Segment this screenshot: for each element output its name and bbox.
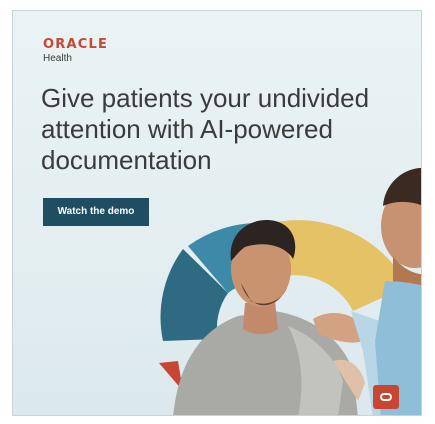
oracle-logo: ORACLE [43,37,109,52]
health-logo-subtitle: Health [43,53,72,64]
ring-shape [380,393,392,401]
watch-demo-button[interactable]: Watch the demo [43,198,149,226]
ad-banner[interactable]: ORACLE Health Give patients your undivid… [12,10,422,416]
oracle-o-icon[interactable] [373,385,399,409]
headline: Give patients your undivided attention w… [41,83,370,175]
